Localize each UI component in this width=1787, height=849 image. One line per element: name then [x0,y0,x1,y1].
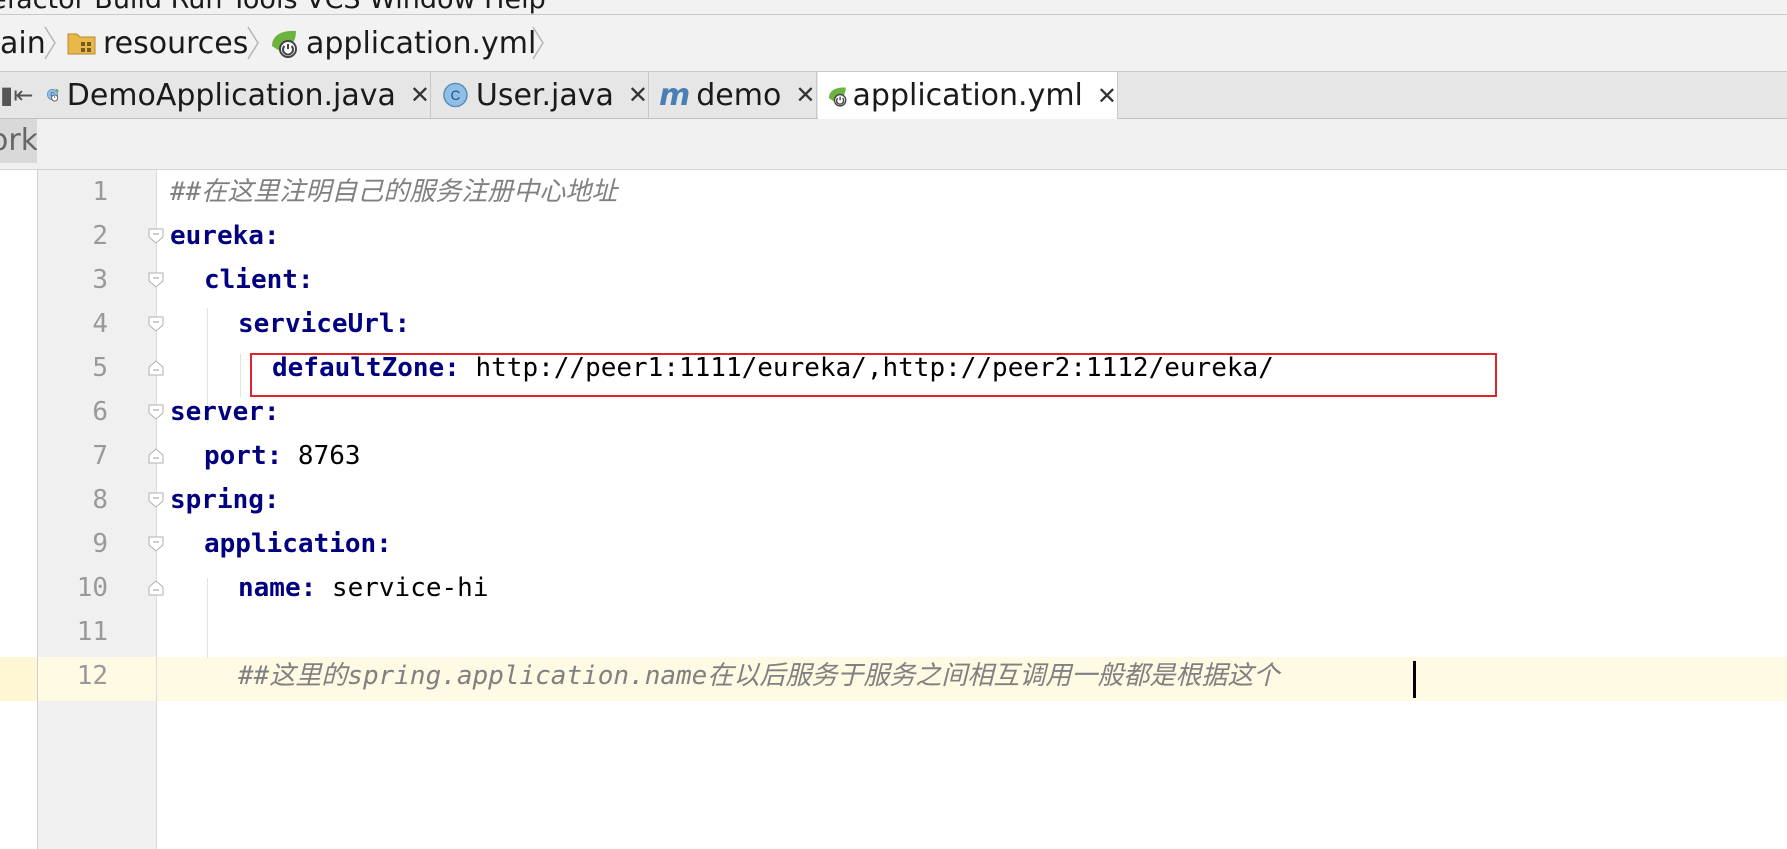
editor-tab-bar: ▮⇤ C DemoApplication.java ✕ C User.java … [0,72,1787,119]
fold-open-icon[interactable] [147,272,165,288]
breadcrumb-item-resources[interactable]: resources [67,15,248,71]
fold-open-icon[interactable] [147,404,165,420]
menu-bar-partial-text: efactor Build Run Tools VCS Window Help [0,0,546,14]
tab-user-java[interactable]: C User.java ✕ [433,72,649,118]
code-editor[interactable] [157,170,1787,849]
spring-boot-class-icon: C [46,88,60,102]
code-line[interactable]: spring: [170,478,280,522]
yaml-key: port: [204,441,283,471]
breadcrumb: ain resources application.yml [0,15,1787,72]
code-comment: ##在这里注明自己的服务注册中心地址 [170,177,618,207]
breadcrumb-label: application.yml [306,25,537,61]
menu-bar: efactor Build Run Tools VCS Window Help [0,0,1787,15]
line-number: 10 [76,573,108,603]
fold-open-icon[interactable] [147,536,165,552]
close-icon[interactable]: ✕ [628,81,648,109]
yaml-key: name: [238,573,317,603]
close-icon[interactable]: ✕ [1097,82,1117,110]
close-icon[interactable]: ✕ [410,81,430,109]
yaml-key: client: [204,265,314,295]
tab-label: DemoApplication.java [66,77,396,113]
yaml-value: 8763 [282,441,361,471]
yaml-key: application: [204,529,392,559]
resources-folder-icon [67,33,96,55]
tab-demo-application[interactable]: C DemoApplication.java ✕ [38,72,431,118]
yaml-value: service-hi [316,573,489,603]
close-icon[interactable]: ✕ [795,81,815,109]
line-number: 11 [76,617,108,647]
spring-config-icon [272,30,297,58]
code-line[interactable]: ##在这里注明自己的服务注册中心地址 [170,170,617,214]
breadcrumb-item-application-yml[interactable]: application.yml [268,15,536,71]
line-number: 5 [92,353,108,383]
side-panel-tab[interactable]: ork [0,119,37,163]
line-number: 4 [92,309,108,339]
yaml-key: serviceUrl: [238,309,411,339]
code-comment: ##这里的spring.application.name在以后服务于服务之间相互… [238,661,1280,691]
code-line[interactable]: serviceUrl: [238,302,410,346]
fold-open-icon[interactable] [147,228,165,244]
yaml-key: server: [170,397,280,427]
left-tool-panel [0,170,38,849]
spring-config-icon [828,86,847,107]
code-line[interactable]: eureka: [170,214,280,258]
chevron-right-icon [44,26,56,60]
current-line-marker [0,657,37,701]
yaml-key: spring: [170,485,280,515]
fold-open-icon[interactable] [147,492,165,508]
svg-text:C: C [451,88,461,103]
line-number: 7 [92,441,108,471]
chevron-right-icon [532,26,544,60]
yaml-key: eureka: [170,221,280,251]
collapse-panel-icon[interactable]: ▮⇤ [0,78,34,112]
line-number: 6 [92,397,108,427]
fold-end-icon[interactable] [147,580,165,596]
tab-label: demo [696,77,782,113]
editor-toolbar-strip [0,119,1787,170]
line-number: 2 [92,221,108,251]
text-caret [1413,661,1416,698]
line-number: 1 [92,177,108,207]
code-line[interactable]: application: [204,522,392,566]
class-icon: C [443,82,468,108]
maven-icon: m [659,77,691,113]
fold-open-icon[interactable] [147,316,165,332]
code-line[interactable]: client: [204,258,314,302]
side-panel-label: ork [0,123,37,158]
annotation-highlight-box [250,353,1497,397]
fold-end-icon[interactable] [147,360,165,376]
code-line[interactable]: name: service-hi [238,566,488,610]
line-number: 12 [76,661,108,691]
tab-label: application.yml [852,78,1083,113]
tab-application-yml[interactable]: application.yml ✕ [818,72,1118,119]
line-number: 8 [92,485,108,515]
line-number: 9 [92,529,108,559]
breadcrumb-label: ain [0,25,46,61]
breadcrumb-label: resources [103,25,249,61]
tab-label: User.java [475,77,614,113]
code-line[interactable]: port: 8763 [204,434,361,478]
chevron-right-icon [247,26,259,60]
code-line[interactable]: ##这里的spring.application.name在以后服务于服务之间相互… [238,654,1279,698]
line-number: 3 [92,265,108,295]
indent-guide [207,578,208,658]
tab-demo-maven[interactable]: m demo ✕ [651,72,817,118]
fold-end-icon[interactable] [147,448,165,464]
breadcrumb-item-main[interactable]: ain [0,15,46,71]
